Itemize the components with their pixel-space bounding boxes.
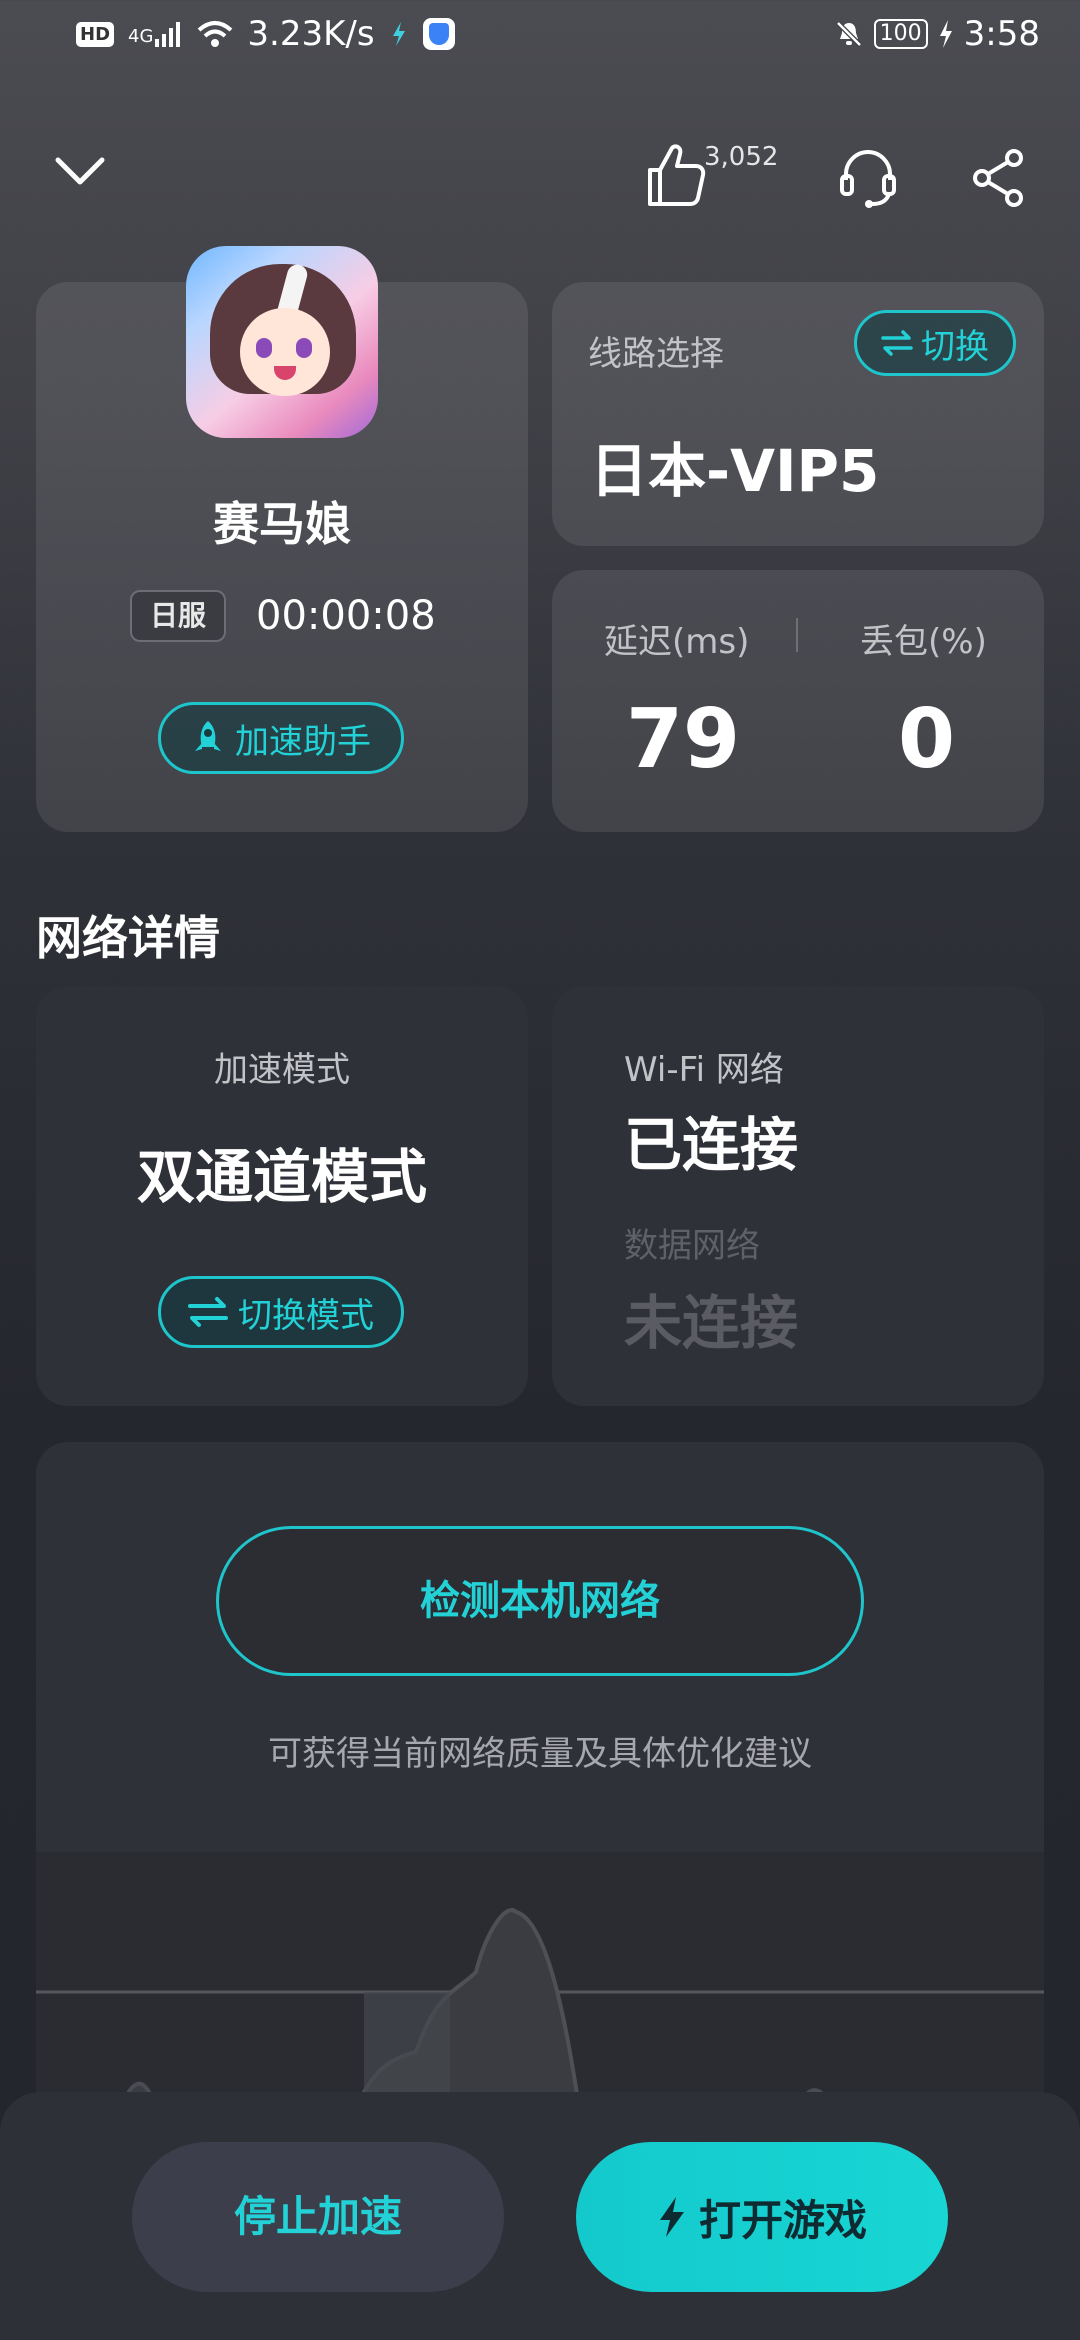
- signal-icon: 4G: [128, 21, 183, 47]
- connection-card: Wi-Fi 网络 已连接 数据网络 未连接: [552, 986, 1044, 1406]
- open-game-label: 打开游戏: [698, 2195, 867, 2245]
- acceleration-timer: 00:00:08: [256, 593, 436, 639]
- game-icon: [186, 246, 378, 438]
- hd-icon: HD: [76, 21, 115, 47]
- mode-label: 加速模式: [214, 1050, 350, 1090]
- status-right: 100 3:58: [834, 14, 1040, 54]
- status-left: HD 4G 3.23K/s: [76, 14, 455, 54]
- stat-divider: [796, 618, 798, 652]
- network-speed: 3.23K/s: [247, 14, 375, 54]
- bottom-action-bar: 停止加速 打开游戏: [0, 2092, 1080, 2340]
- detect-network-button[interactable]: 检测本机网络: [216, 1526, 864, 1676]
- battery-indicator: 100: [873, 19, 928, 49]
- acceleration-mode-card: 加速模式 双通道模式 切换模式: [36, 986, 528, 1406]
- mode-value: 双通道模式: [136, 1143, 427, 1211]
- swap-arrows-icon: [188, 1297, 228, 1327]
- game-name: 赛马娘: [213, 497, 351, 551]
- swap-arrows-icon: [881, 330, 913, 356]
- latency-label: 延迟(ms): [604, 622, 750, 662]
- detect-description: 可获得当前网络质量及具体优化建议: [268, 1734, 812, 1774]
- top-action-bar: 3,052: [0, 140, 1080, 220]
- network-type: 4G: [128, 26, 154, 47]
- mobile-data-label: 数据网络: [624, 1226, 760, 1266]
- thumbs-up-icon[interactable]: [644, 140, 708, 210]
- packet-loss-label: 丢包(%): [860, 622, 987, 662]
- wifi-icon: [198, 21, 233, 47]
- wifi-label: Wi-Fi 网络: [624, 1050, 784, 1090]
- packet-loss-value: 0: [898, 692, 956, 787]
- switch-label: 切换: [921, 326, 989, 367]
- like-count: 3,052: [704, 142, 779, 172]
- shield-icon: [422, 18, 455, 50]
- switch-mode-button[interactable]: 切换模式: [158, 1276, 404, 1348]
- rocket-icon: [195, 721, 221, 751]
- status-bar: HD 4G 3.23K/s 100 3:58: [0, 0, 1080, 72]
- region-badge: 日服: [130, 590, 226, 642]
- assist-label: 加速助手: [235, 721, 371, 762]
- chevron-down-icon[interactable]: [52, 150, 108, 190]
- route-value: 日本-VIP5: [590, 437, 880, 505]
- latency-value: 79: [626, 692, 741, 787]
- headset-icon[interactable]: [836, 146, 900, 210]
- clock: 3:58: [963, 14, 1040, 54]
- mobile-data-status: 未连接: [624, 1289, 799, 1357]
- open-game-button[interactable]: 打开游戏: [576, 2142, 948, 2292]
- lightning-icon: [659, 2197, 684, 2237]
- switch-route-button[interactable]: 切换: [854, 310, 1016, 376]
- route-label: 线路选择: [588, 334, 724, 374]
- wifi-status: 已连接: [624, 1111, 799, 1179]
- network-details-title: 网络详情: [36, 911, 220, 965]
- charging-icon: [939, 20, 952, 48]
- stop-acceleration-button[interactable]: 停止加速: [132, 2142, 504, 2292]
- route-card: 线路选择 切换 日本-VIP5: [552, 282, 1044, 546]
- mute-bell-icon: [835, 21, 862, 47]
- share-icon[interactable]: [970, 146, 1030, 210]
- stats-card: 延迟(ms) 丢包(%) 79 0: [552, 570, 1044, 832]
- accelerate-assistant-button[interactable]: 加速助手: [158, 702, 404, 774]
- vpn-bolt-icon: [392, 22, 405, 46]
- switch-mode-label: 切换模式: [238, 1295, 374, 1336]
